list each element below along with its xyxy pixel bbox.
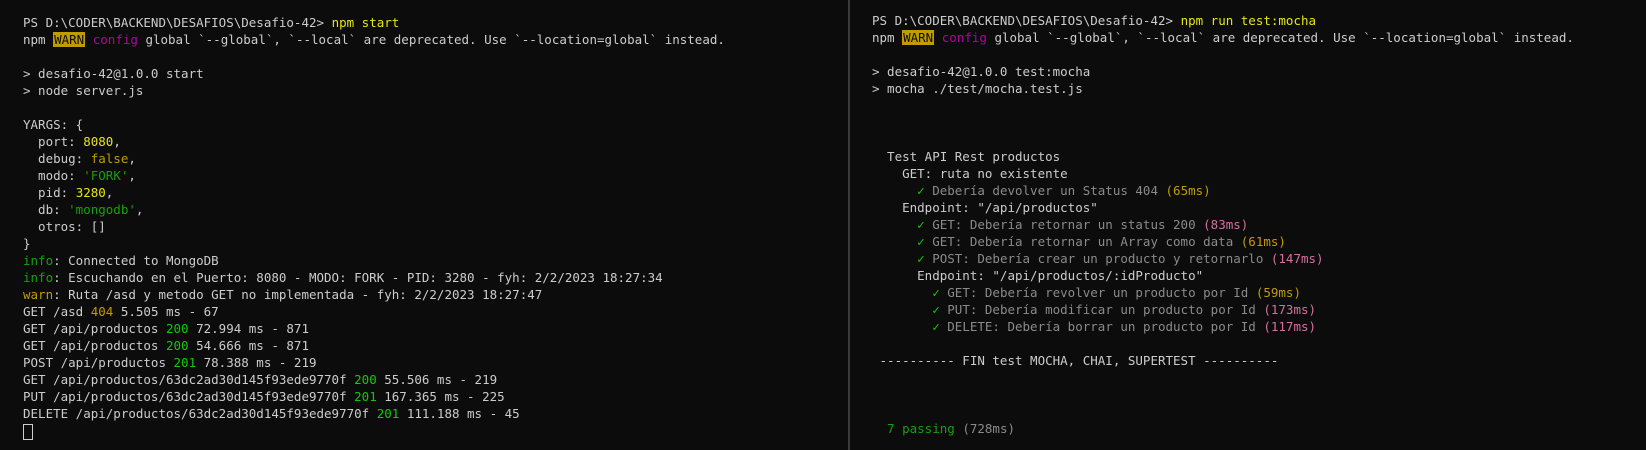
yargs-db: db: 'mongodb', xyxy=(23,202,144,217)
request-line: GET /api/productos 200 54.666 ms - 871 xyxy=(23,338,309,353)
warn-badge: WARN xyxy=(902,30,935,45)
test-group: Endpoint: "/api/productos" xyxy=(872,200,1098,215)
request-line: PUT /api/productos/63dc2ad30d145f93ede97… xyxy=(23,389,505,404)
terminal-cursor[interactable] xyxy=(23,424,33,440)
yargs-otros: otros: [] xyxy=(23,219,106,234)
terminal-pane-tests[interactable]: PS D:\CODER\BACKEND\DESAFIOS\Desafio-42>… xyxy=(850,0,1646,450)
passing-count: 7 passing xyxy=(872,421,955,436)
yargs-modo: modo: 'FORK', xyxy=(23,168,136,183)
npm-warn-line: npm WARN config global `--global`, `--lo… xyxy=(23,31,848,48)
config-label: config xyxy=(941,30,987,45)
test-group: Endpoint: "/api/productos/:idProducto" xyxy=(872,268,1204,283)
log-line: info: Connected to MongoDB xyxy=(23,253,219,268)
warn-message: global `--global`, `--local` are depreca… xyxy=(994,30,1574,45)
request-line: DELETE /api/productos/63dc2ad30d145f93ed… xyxy=(23,406,520,421)
test-result: ✓ DELETE: Debería borrar un producto por… xyxy=(932,319,1317,334)
status-code: 201 xyxy=(376,406,400,421)
suite-footer: ---------- FIN test MOCHA, CHAI, SUPERTE… xyxy=(872,353,1279,368)
test-result: ✓ PUT: Debería modificar un producto por… xyxy=(932,302,1317,317)
yargs-port: port: 8080, xyxy=(23,134,121,149)
prompt-line: PS D:\CODER\BACKEND\DESAFIOS\Desafio-42>… xyxy=(872,12,1646,29)
log-level: warn xyxy=(23,287,54,302)
terminal-pane-server[interactable]: PS D:\CODER\BACKEND\DESAFIOS\Desafio-42>… xyxy=(0,0,848,450)
check-icon: ✓ xyxy=(917,251,925,266)
check-icon: ✓ xyxy=(932,302,940,317)
script-line: > mocha ./test/mocha.test.js xyxy=(872,81,1083,96)
request-line: GET /asd 404 5.505 ms - 67 xyxy=(23,304,219,319)
prompt-path: PS D:\CODER\BACKEND\DESAFIOS\Desafio-42> xyxy=(23,15,325,30)
passing-time: (728ms) xyxy=(954,421,1016,436)
test-result: ✓ Debería devolver un Status 404 (65ms) xyxy=(917,183,1211,198)
check-icon: ✓ xyxy=(932,319,940,334)
test-result: ✓ GET: Debería retornar un status 200 (8… xyxy=(917,217,1249,232)
yargs-pid: pid: 3280, xyxy=(23,185,114,200)
check-icon: ✓ xyxy=(917,183,925,198)
script-line: > desafio-42@1.0.0 test:mocha xyxy=(872,64,1091,79)
prompt-path: PS D:\CODER\BACKEND\DESAFIOS\Desafio-42> xyxy=(872,13,1174,28)
check-icon: ✓ xyxy=(932,285,940,300)
test-result: ✓ GET: Debería revolver un producto por … xyxy=(932,285,1301,300)
check-icon: ✓ xyxy=(917,217,925,232)
passing-summary: 7 passing (728ms) xyxy=(872,420,1646,437)
warn-badge: WARN xyxy=(53,32,86,47)
yargs-debug: debug: false, xyxy=(23,151,136,166)
warn-message: global `--global`, `--local` are depreca… xyxy=(145,32,725,47)
cursor-line[interactable] xyxy=(23,422,848,440)
check-icon: ✓ xyxy=(917,234,925,249)
status-code: 201 xyxy=(173,355,197,370)
status-code: 201 xyxy=(354,389,377,404)
script-line: > desafio-42@1.0.0 start xyxy=(23,66,204,81)
script-line: > node server.js xyxy=(23,83,144,98)
status-code: 200 xyxy=(354,372,377,387)
npm-warn-line: npm WARN config global `--global`, `--lo… xyxy=(872,29,1646,46)
npm-prefix: npm xyxy=(872,30,895,45)
request-line: GET /api/productos/63dc2ad30d145f93ede97… xyxy=(23,372,498,387)
request-line: GET /api/productos 200 72.994 ms - 871 xyxy=(23,321,309,336)
log-line: info: Escuchando en el Puerto: 8080 - MO… xyxy=(23,270,663,285)
yargs-open: YARGS: { xyxy=(23,117,84,132)
status-code: 404 xyxy=(90,304,114,319)
log-line: warn: Ruta /asd y metodo GET no implemen… xyxy=(23,287,543,302)
command-text: npm run test:mocha xyxy=(1180,13,1317,28)
yargs-close: } xyxy=(23,236,31,251)
command-text: npm start xyxy=(331,15,400,30)
npm-prefix: npm xyxy=(23,32,46,47)
test-result: ✓ POST: Debería crear un producto y reto… xyxy=(917,251,1324,266)
request-line: POST /api/productos 201 78.388 ms - 219 xyxy=(23,355,317,370)
log-level: info xyxy=(23,253,54,268)
config-label: config xyxy=(92,32,138,47)
log-level: info xyxy=(23,270,54,285)
suite-title: Test API Rest productos xyxy=(872,149,1061,164)
prompt-line: PS D:\CODER\BACKEND\DESAFIOS\Desafio-42>… xyxy=(23,14,848,31)
test-result: ✓ GET: Debería retornar un Array como da… xyxy=(917,234,1286,249)
status-code: 200 xyxy=(166,338,189,353)
test-group: GET: ruta no existente xyxy=(872,166,1068,181)
status-code: 200 xyxy=(166,321,189,336)
